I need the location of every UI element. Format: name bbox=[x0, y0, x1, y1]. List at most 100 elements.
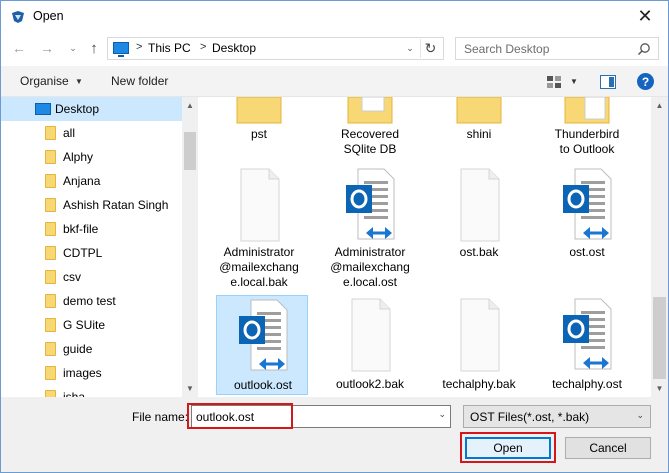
organise-button[interactable]: Organise bbox=[20, 74, 69, 88]
annotation-highlight-file-name bbox=[187, 403, 293, 429]
breadcrumb-separator[interactable]: > bbox=[200, 41, 206, 53]
file-name: outlook.ost bbox=[233, 378, 293, 392]
scroll-up-icon[interactable]: ▲ bbox=[182, 97, 198, 114]
file-type-select[interactable]: OST Files(*.ost, *.bak) ⌄ bbox=[463, 405, 651, 428]
back-button[interactable]: ← bbox=[10, 39, 28, 57]
folder-icon bbox=[236, 97, 282, 124]
file-list-scrollbar[interactable]: ▲ ▼ bbox=[651, 97, 668, 397]
address-bar[interactable]: > This PC > Desktop ⌄ ↻ bbox=[107, 37, 444, 60]
caret-down-icon[interactable]: ▼ bbox=[570, 77, 578, 86]
sidebar-item-label: images bbox=[63, 366, 102, 380]
chevron-down-icon[interactable]: ⌄ bbox=[438, 409, 446, 420]
breadcrumb-this-pc[interactable]: This PC bbox=[148, 41, 191, 55]
file-item-shini[interactable]: shini bbox=[433, 97, 525, 161]
up-button[interactable]: ↑ bbox=[85, 39, 103, 57]
file-item-administrator-ost[interactable]: Administrator @mailexchang e.local.ost bbox=[324, 167, 416, 291]
file-name: techalphy.bak bbox=[442, 377, 516, 391]
folder-icon bbox=[347, 97, 393, 124]
command-bar: Organise ▼ New folder ▼ ? bbox=[1, 66, 668, 97]
sidebar-item-g-suite[interactable]: G SUite bbox=[1, 313, 182, 337]
breadcrumb-desktop[interactable]: Desktop bbox=[212, 41, 256, 55]
file-name: e.local.bak bbox=[230, 275, 288, 289]
scroll-up-icon[interactable]: ▲ bbox=[651, 97, 668, 114]
file-item-thunderbird-to-outlook[interactable]: Thunderbird to Outlook bbox=[541, 97, 633, 161]
sidebar-item-label: Alphy bbox=[63, 150, 94, 164]
search-placeholder: Search Desktop bbox=[464, 42, 550, 56]
file-name: outlook2.bak bbox=[335, 377, 405, 391]
caret-down-icon[interactable]: ▼ bbox=[75, 77, 83, 86]
dialog-footer: File name: outlook.ost ⌄ OST Files(*.ost… bbox=[1, 397, 668, 472]
file-name: @mailexchang bbox=[219, 260, 299, 274]
close-icon: ✕ bbox=[637, 6, 653, 26]
file-item-ost-bak[interactable]: ost.bak bbox=[433, 167, 525, 291]
preview-pane-icon[interactable] bbox=[600, 75, 616, 89]
sidebar-item-ashish-ratan-singh[interactable]: Ashish Ratan Singh bbox=[1, 193, 182, 217]
folder-icon bbox=[45, 342, 56, 356]
breadcrumb-separator[interactable]: > bbox=[136, 41, 142, 53]
chevron-down-icon: ⌄ bbox=[406, 42, 414, 53]
folder-icon bbox=[45, 126, 56, 140]
sidebar-item-anjana[interactable]: Anjana bbox=[1, 169, 182, 193]
help-button[interactable]: ? bbox=[637, 73, 654, 90]
file-name: Administrator bbox=[223, 245, 295, 259]
file-name: shini bbox=[466, 127, 492, 141]
file-item-outlook2-bak[interactable]: outlook2.bak bbox=[324, 295, 416, 395]
close-button[interactable]: ✕ bbox=[622, 1, 668, 32]
sidebar-item-label: csv bbox=[63, 270, 81, 284]
sidebar-item-label: demo test bbox=[63, 294, 116, 308]
folder-icon bbox=[45, 270, 56, 284]
search-icon bbox=[637, 43, 650, 56]
file-name: @mailexchang bbox=[330, 260, 410, 274]
sidebar-item-label: guide bbox=[63, 342, 93, 356]
sidebar-item-label: CDTPL bbox=[63, 246, 103, 260]
scrollbar-thumb[interactable] bbox=[184, 132, 196, 170]
file-item-pst[interactable]: pst bbox=[213, 97, 305, 161]
sidebar-item-alphy[interactable]: Alphy bbox=[1, 145, 182, 169]
scrollbar-thumb[interactable] bbox=[653, 297, 666, 379]
arrow-left-icon: ← bbox=[12, 40, 26, 56]
recent-locations-button[interactable]: ⌄ bbox=[64, 39, 82, 57]
folder-icon bbox=[45, 198, 56, 212]
folder-icon bbox=[45, 294, 56, 308]
change-view-icon[interactable] bbox=[546, 75, 562, 89]
sidebar-item-images[interactable]: images bbox=[1, 361, 182, 385]
app-icon bbox=[12, 11, 24, 23]
scroll-down-icon[interactable]: ▼ bbox=[182, 380, 198, 397]
sidebar-item-demo-test[interactable]: demo test bbox=[1, 289, 182, 313]
scroll-down-icon[interactable]: ▼ bbox=[651, 380, 668, 397]
sidebar-item-label: Anjana bbox=[63, 174, 101, 188]
sidebar-item-bkf-file[interactable]: bkf-file bbox=[1, 217, 182, 241]
new-folder-button[interactable]: New folder bbox=[111, 74, 168, 88]
file-item-administrator-bak[interactable]: Administrator @mailexchang e.local.bak bbox=[213, 167, 305, 291]
folder-icon bbox=[45, 174, 56, 188]
blank-file-icon bbox=[240, 168, 280, 242]
address-dropdown-button[interactable]: ⌄ bbox=[404, 40, 416, 56]
sidebar-item-cdtpl[interactable]: CDTPL bbox=[1, 241, 182, 265]
sidebar-item-all[interactable]: all bbox=[1, 121, 182, 145]
cancel-button[interactable]: Cancel bbox=[565, 437, 651, 459]
title-bar: Open ✕ bbox=[1, 1, 668, 32]
arrow-right-icon: → bbox=[40, 40, 54, 56]
file-item-outlook-ost[interactable]: outlook.ost bbox=[216, 295, 308, 395]
folder-icon bbox=[45, 366, 56, 380]
file-name: ost.bak bbox=[459, 245, 499, 259]
sidebar-item-guide[interactable]: guide bbox=[1, 337, 182, 361]
navigation-pane: Desktop all Alphy Anjana Ashish Ratan Si… bbox=[1, 97, 198, 397]
file-item-recovered-sqlite-db[interactable]: Recovered SQlite DB bbox=[324, 97, 416, 161]
annotation-highlight-open bbox=[460, 432, 556, 463]
sidebar-scrollbar[interactable]: ▲ ▼ bbox=[182, 97, 198, 397]
sidebar-item-isha[interactable]: isha bbox=[1, 385, 182, 397]
file-item-techalphy-bak[interactable]: techalphy.bak bbox=[433, 295, 525, 395]
file-item-techalphy-ost[interactable]: techalphy.ost bbox=[541, 295, 633, 395]
file-list: pst Recovered SQlite DB shini Thunderbir… bbox=[198, 97, 651, 397]
sidebar-item-label: Desktop bbox=[55, 102, 100, 116]
folder-icon bbox=[456, 97, 502, 124]
sidebar-item-desktop[interactable]: Desktop bbox=[1, 97, 182, 121]
blank-file-icon bbox=[460, 168, 500, 242]
refresh-button[interactable]: ↻ bbox=[420, 39, 440, 58]
forward-button[interactable]: → bbox=[38, 39, 56, 57]
folder-icon bbox=[45, 318, 56, 332]
search-input[interactable]: Search Desktop bbox=[455, 37, 659, 60]
file-item-ost-ost[interactable]: ost.ost bbox=[541, 167, 633, 291]
sidebar-item-csv[interactable]: csv bbox=[1, 265, 182, 289]
